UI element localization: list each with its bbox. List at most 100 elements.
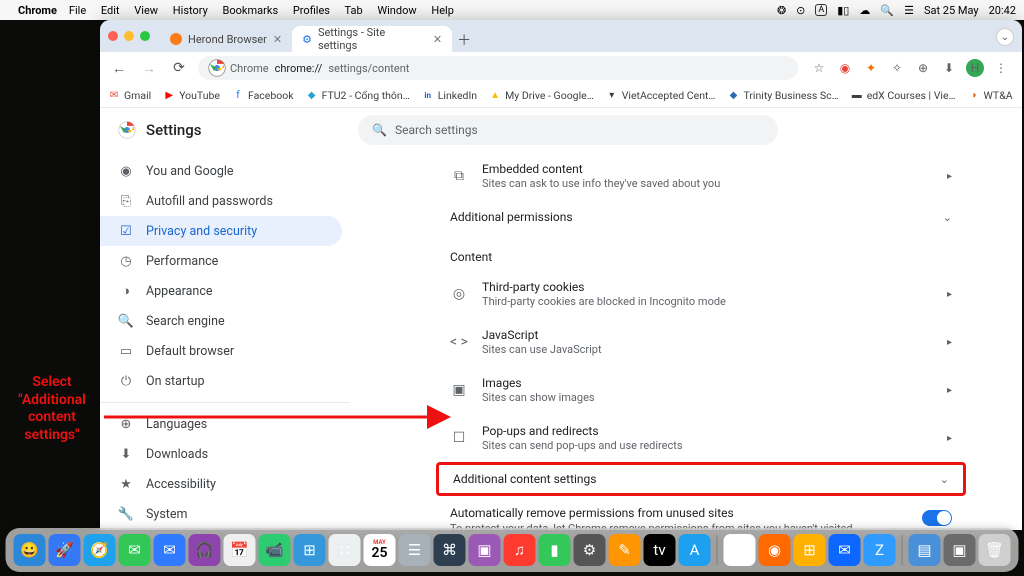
maximize-window[interactable] bbox=[140, 31, 150, 41]
menu-edit[interactable]: Edit bbox=[101, 4, 120, 17]
reload-button[interactable]: ⟳ bbox=[168, 57, 190, 79]
bookmark-edx[interactable]: ▬edX Courses | Vie… bbox=[851, 89, 956, 102]
menubar-time[interactable]: 20:42 bbox=[989, 4, 1016, 17]
profile-avatar[interactable]: H bbox=[966, 59, 984, 77]
bookmark-icon[interactable]: ⊕ bbox=[914, 59, 932, 77]
menu-history[interactable]: History bbox=[173, 4, 208, 17]
bookmark-trinity[interactable]: ◆Trinity Business Sc… bbox=[727, 89, 838, 102]
dock-app-13[interactable]: ▣ bbox=[469, 534, 501, 566]
close-tab-icon[interactable]: ✕ bbox=[273, 33, 282, 46]
dock-app-11[interactable]: ☰ bbox=[399, 534, 431, 566]
dock-app3-1[interactable]: ▣ bbox=[944, 534, 976, 566]
dock-app-16[interactable]: ⚙ bbox=[574, 534, 606, 566]
status-icon[interactable]: ☁ bbox=[859, 4, 870, 17]
control-center-icon[interactable]: ☰ bbox=[904, 4, 914, 17]
dock-app-7[interactable]: 📹 bbox=[259, 534, 291, 566]
dock-app-12[interactable]: ⌘ bbox=[434, 534, 466, 566]
nav-autofill[interactable]: ⎘Autofill and passwords bbox=[100, 186, 342, 216]
dock-app-17[interactable]: ✎ bbox=[609, 534, 641, 566]
bookmark-ftu2[interactable]: ◆FTU2 - Cổng thôn… bbox=[306, 89, 410, 102]
power-icon: ⏻ bbox=[118, 374, 134, 389]
tab-settings[interactable]: ⚙ Settings - Site settings ✕ bbox=[292, 26, 452, 52]
nav-you-and-google[interactable]: ◉You and Google bbox=[100, 156, 342, 186]
menubar-date[interactable]: Sat 25 May bbox=[924, 4, 979, 17]
menu-tab[interactable]: Tab bbox=[345, 4, 363, 17]
dock-app2-4[interactable]: Z bbox=[864, 534, 896, 566]
bookmark-youtube[interactable]: ▶YouTube bbox=[163, 89, 220, 102]
nav-accessibility[interactable]: ★Accessibility bbox=[100, 469, 342, 499]
bookmark-facebook[interactable]: fFacebook bbox=[232, 89, 294, 102]
extensions-icon[interactable]: ✧ bbox=[888, 59, 906, 77]
additional-content-settings-expander[interactable]: Additional content settings ⌄ bbox=[436, 462, 966, 496]
dock-app2-3[interactable]: ✉︎ bbox=[829, 534, 861, 566]
dock-app3-0[interactable]: ▤ bbox=[909, 534, 941, 566]
forward-button[interactable]: → bbox=[138, 57, 160, 79]
dock-app-18[interactable]: tv bbox=[644, 534, 676, 566]
close-tab-icon[interactable]: ✕ bbox=[433, 33, 442, 46]
row-popups[interactable]: ☐ Pop-ups and redirectsSites can send po… bbox=[436, 414, 966, 462]
dock-app-15[interactable]: ▮ bbox=[539, 534, 571, 566]
dock-app-14[interactable]: ♫ bbox=[504, 534, 536, 566]
download-icon[interactable]: ⬇ bbox=[940, 59, 958, 77]
url-field[interactable]: Chrome chrome://settings/content bbox=[198, 56, 798, 80]
row-images[interactable]: ▣ ImagesSites can show images ▸ bbox=[436, 366, 966, 414]
nav-on-startup[interactable]: ⏻On startup bbox=[100, 366, 342, 396]
auto-remove-toggle[interactable] bbox=[922, 510, 952, 526]
extension-icon[interactable]: ✦ bbox=[862, 59, 880, 77]
menu-help[interactable]: Help bbox=[431, 4, 454, 17]
tab-herond[interactable]: Herond Browser ✕ bbox=[160, 26, 292, 52]
search-settings-input[interactable]: 🔍 Search settings bbox=[358, 115, 778, 145]
menu-view[interactable]: View bbox=[134, 4, 158, 17]
row-javascript[interactable]: < > JavaScriptSites can use JavaScript ▸ bbox=[436, 318, 966, 366]
dock-app3-2[interactable]: 🗑 bbox=[979, 534, 1011, 566]
menu-profiles[interactable]: Profiles bbox=[293, 4, 330, 17]
dock-app-2[interactable]: 🧭 bbox=[84, 534, 116, 566]
dock-app-0[interactable]: 😀 bbox=[14, 534, 46, 566]
bookmark-linkedin[interactable]: inLinkedIn bbox=[422, 89, 477, 102]
dock-app-9[interactable]: ∷ bbox=[329, 534, 361, 566]
status-icon[interactable]: ⊙ bbox=[796, 4, 805, 17]
dock-app2-0[interactable]: ◉ bbox=[724, 534, 756, 566]
dock-app-5[interactable]: 🎧 bbox=[189, 534, 221, 566]
menu-window[interactable]: Window bbox=[377, 4, 416, 17]
nav-downloads[interactable]: ⬇Downloads bbox=[100, 439, 342, 469]
bookmark-gmail[interactable]: ✉Gmail bbox=[108, 89, 151, 102]
minimize-window[interactable] bbox=[124, 31, 134, 41]
menu-file[interactable]: File bbox=[69, 4, 86, 17]
dock-app-4[interactable]: ✉︎ bbox=[154, 534, 186, 566]
nav-system[interactable]: 🔧System bbox=[100, 499, 342, 529]
search-icon[interactable]: 🔍 bbox=[880, 4, 894, 17]
row-third-party-cookies[interactable]: ◎ Third-party cookiesThird-party cookies… bbox=[436, 270, 966, 318]
status-icon[interactable]: ❂ bbox=[777, 4, 786, 17]
row-embedded-content[interactable]: ⧉ Embedded contentSites can ask to use i… bbox=[436, 152, 966, 200]
nav-default-browser[interactable]: ▭Default browser bbox=[100, 336, 342, 366]
extension-icon[interactable]: ◉ bbox=[836, 59, 854, 77]
share-icon[interactable]: ☆ bbox=[810, 59, 828, 77]
menubar-app[interactable]: Chrome bbox=[18, 4, 57, 17]
new-tab-button[interactable]: ＋ bbox=[452, 28, 476, 52]
status-icon[interactable]: A bbox=[815, 4, 827, 16]
nav-search-engine[interactable]: 🔍Search engine bbox=[100, 306, 342, 336]
dock-app-1[interactable]: 🚀 bbox=[49, 534, 81, 566]
dock-app-19[interactable]: A bbox=[679, 534, 711, 566]
tabs-dropdown[interactable]: ⌄ bbox=[996, 28, 1014, 46]
nav-privacy-security[interactable]: ☑Privacy and security bbox=[100, 216, 342, 246]
dock-app-3[interactable]: ✉︎ bbox=[119, 534, 151, 566]
bookmark-drive[interactable]: ▲My Drive - Google… bbox=[489, 89, 594, 102]
bookmark-vietaccepted[interactable]: ▾VietAccepted Cent… bbox=[606, 89, 716, 102]
battery-icon[interactable]: ▮▯ bbox=[837, 4, 849, 17]
close-window[interactable] bbox=[108, 31, 118, 41]
nav-appearance[interactable]: ◑Appearance bbox=[100, 276, 342, 306]
dock-app2-1[interactable]: ◉ bbox=[759, 534, 791, 566]
nav-languages[interactable]: ⊕Languages bbox=[100, 409, 342, 439]
dock-app-6[interactable]: 📅 bbox=[224, 534, 256, 566]
menu-bookmarks[interactable]: Bookmarks bbox=[223, 4, 279, 17]
additional-permissions-expander[interactable]: Additional permissions ⌄ bbox=[436, 200, 966, 234]
back-button[interactable]: ← bbox=[108, 57, 130, 79]
dock-app2-2[interactable]: ⊞ bbox=[794, 534, 826, 566]
dock-app-10[interactable]: MAY25 bbox=[364, 534, 396, 566]
nav-performance[interactable]: ◷Performance bbox=[100, 246, 342, 276]
menu-icon[interactable]: ⋮ bbox=[992, 59, 1010, 77]
dock-app-8[interactable]: ⊞ bbox=[294, 534, 326, 566]
bookmark-wta[interactable]: ◑WT&A bbox=[968, 89, 1013, 102]
